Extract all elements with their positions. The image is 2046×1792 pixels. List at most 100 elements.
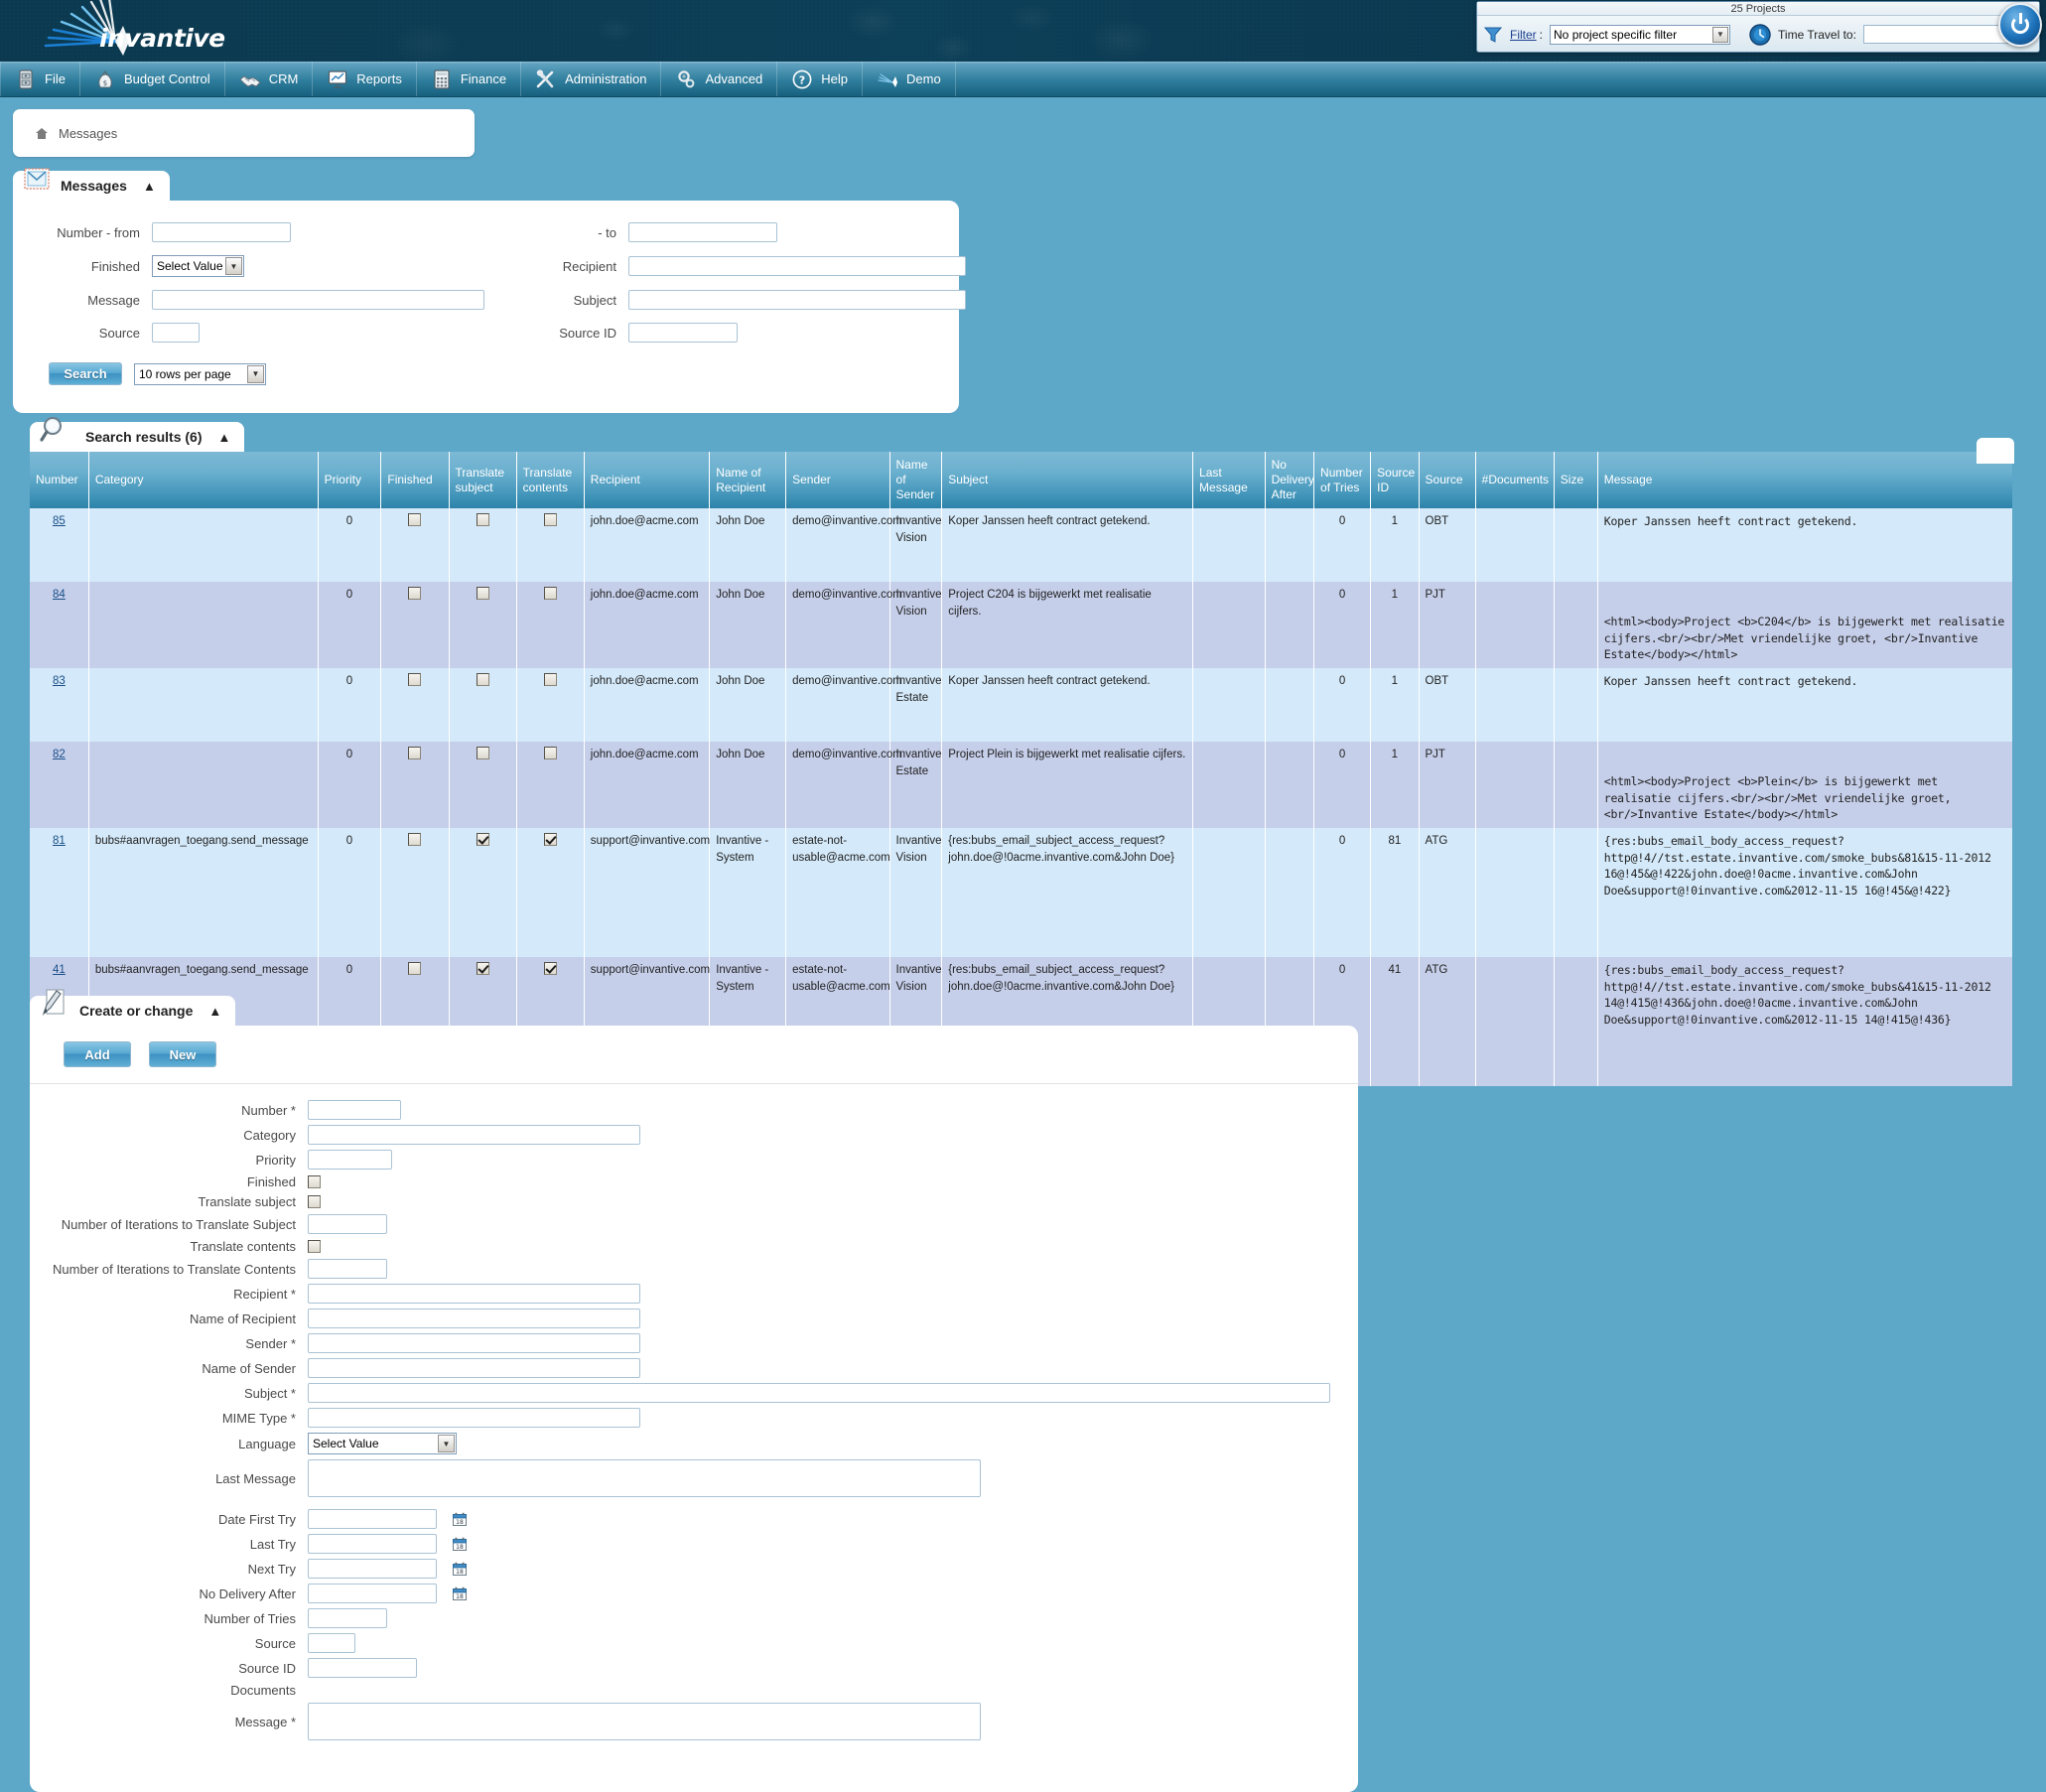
subject-input[interactable]: [308, 1383, 1330, 1403]
cell-translate-contents[interactable]: [516, 828, 585, 958]
logout-power-button[interactable]: [1998, 3, 2042, 47]
recipient-input[interactable]: [628, 256, 966, 276]
row-number-link[interactable]: 85: [53, 515, 66, 527]
col-message[interactable]: Message: [1597, 452, 2012, 508]
checkbox-checked-icon[interactable]: [543, 833, 557, 847]
message-textarea[interactable]: [308, 1703, 981, 1740]
checkbox-unchecked-icon[interactable]: [408, 962, 422, 976]
translate-contents-checkbox[interactable]: [308, 1240, 321, 1253]
checkbox-unchecked-icon[interactable]: [543, 673, 557, 687]
cell-finished[interactable]: [380, 828, 450, 958]
checkbox-checked-icon[interactable]: [543, 962, 557, 976]
search-button[interactable]: Search: [49, 362, 122, 385]
menu-item-finance[interactable]: Finance: [417, 62, 522, 96]
calendar-icon[interactable]: 18: [453, 1537, 467, 1551]
menu-item-demo[interactable]: Demo: [863, 62, 956, 96]
subject-input[interactable]: [628, 290, 966, 310]
messages-panel-tab[interactable]: Messages ▲: [13, 168, 170, 201]
row-number-link[interactable]: 81: [53, 835, 66, 847]
col-number[interactable]: Number: [30, 452, 89, 508]
filter-label[interactable]: Filter: [1510, 28, 1537, 42]
source-id-input[interactable]: [628, 323, 738, 343]
checkbox-checked-icon[interactable]: [476, 833, 489, 847]
rows-per-page-select[interactable]: 10 rows per page ▼: [134, 362, 266, 385]
table-row[interactable]: 81 bubs#aanvragen_toegang.send_message 0 su…: [30, 828, 2012, 958]
priority-input[interactable]: [308, 1150, 392, 1170]
category-input[interactable]: [308, 1125, 640, 1145]
checkbox-unchecked-icon[interactable]: [476, 587, 489, 600]
row-number-link[interactable]: 84: [53, 589, 66, 601]
language-select[interactable]: Select Value ▼: [308, 1433, 457, 1454]
last-message-textarea[interactable]: [308, 1459, 981, 1497]
collapse-chevron-icon[interactable]: ▲: [218, 430, 231, 445]
cell-number[interactable]: 83: [30, 668, 89, 743]
cell-finished[interactable]: [380, 668, 450, 743]
number-input[interactable]: [308, 1100, 401, 1120]
cell-translate-contents[interactable]: [516, 668, 585, 743]
last-try-input[interactable]: [308, 1534, 437, 1554]
source-input[interactable]: [152, 323, 200, 343]
cell-translate-subject[interactable]: [449, 668, 517, 743]
cell-translate-subject[interactable]: [449, 742, 517, 829]
col-sender[interactable]: Sender: [785, 452, 890, 508]
col-translate-subject[interactable]: Translate subject: [449, 452, 517, 508]
col-number-of-tries[interactable]: Number of Tries: [1313, 452, 1372, 508]
checkbox-unchecked-icon[interactable]: [408, 673, 422, 687]
checkbox-unchecked-icon[interactable]: [476, 747, 489, 760]
menu-item-administration[interactable]: Administration: [521, 62, 662, 96]
menu-item-reports[interactable]: Reports: [313, 62, 417, 96]
menu-item-help[interactable]: ? Help: [777, 62, 864, 96]
checkbox-unchecked-icon[interactable]: [543, 747, 557, 760]
cell-number[interactable]: 85: [30, 508, 89, 582]
cell-translate-subject[interactable]: [449, 508, 517, 582]
cell-number[interactable]: 84: [30, 582, 89, 669]
col-translate-contents[interactable]: Translate contents: [516, 452, 585, 508]
row-number-link[interactable]: 83: [53, 675, 66, 687]
number-of-tries-input[interactable]: [308, 1608, 387, 1628]
chevron-down-icon[interactable]: ▼: [247, 364, 264, 383]
checkbox-unchecked-icon[interactable]: [408, 587, 422, 600]
name-of-sender-input[interactable]: [308, 1358, 640, 1378]
collapse-chevron-icon[interactable]: ▲: [208, 1004, 221, 1019]
cell-finished[interactable]: [380, 508, 450, 582]
col-subject[interactable]: Subject: [941, 452, 1194, 508]
table-row[interactable]: 82 0 john.doe@acme.com John Doe demo@invanti…: [30, 742, 2012, 829]
next-try-input[interactable]: [308, 1559, 437, 1579]
checkbox-unchecked-icon[interactable]: [543, 587, 557, 600]
cell-finished[interactable]: [380, 742, 450, 829]
col-source[interactable]: Source: [1419, 452, 1476, 508]
results-panel-tab[interactable]: Search results (6) ▲: [30, 417, 245, 452]
name-of-recipient-input[interactable]: [308, 1309, 640, 1328]
table-row[interactable]: 83 0 john.doe@acme.com John Doe demo@invanti…: [30, 668, 2012, 743]
mime-type-input[interactable]: [308, 1408, 640, 1428]
finished-select[interactable]: Select Value ▼: [152, 255, 244, 277]
collapse-chevron-icon[interactable]: ▲: [143, 179, 156, 194]
chevron-down-icon[interactable]: ▼: [438, 1435, 455, 1452]
no-delivery-after-input[interactable]: [308, 1584, 437, 1603]
col-recipient[interactable]: Recipient: [584, 452, 711, 508]
cell-translate-subject[interactable]: [449, 582, 517, 669]
checkbox-unchecked-icon[interactable]: [408, 747, 422, 760]
source-id-input[interactable]: [308, 1658, 417, 1678]
number-to-input[interactable]: [628, 222, 777, 242]
col-size[interactable]: Size: [1554, 452, 1598, 508]
calendar-icon[interactable]: 18: [453, 1512, 467, 1526]
col-name-of-recipient[interactable]: Name of Recipient: [709, 452, 787, 508]
col-documents[interactable]: #Documents: [1475, 452, 1555, 508]
cell-translate-contents[interactable]: [516, 742, 585, 829]
menu-item-budget-control[interactable]: $ Budget Control: [80, 62, 225, 96]
col-source-id[interactable]: Source ID: [1370, 452, 1420, 508]
chevron-down-icon[interactable]: ▼: [1712, 26, 1729, 43]
number-of-iterations-to-translate-contents-input[interactable]: [308, 1259, 387, 1279]
create-panel-tab[interactable]: Create or change ▲: [30, 989, 236, 1026]
col-name-of-sender[interactable]: Name of Sender: [889, 452, 943, 508]
date-first-try-calendar-button[interactable]: 18: [453, 1512, 467, 1526]
menu-item-file[interactable]: File: [0, 62, 80, 96]
col-last-message[interactable]: Last Message: [1192, 452, 1266, 508]
recipient-input[interactable]: [308, 1284, 640, 1304]
table-row[interactable]: 84 0 john.doe@acme.com John Doe demo@invanti…: [30, 582, 2012, 669]
home-icon[interactable]: [35, 127, 49, 140]
row-number-link[interactable]: 82: [53, 749, 66, 760]
time-travel-input[interactable]: [1862, 25, 2008, 44]
checkbox-unchecked-icon[interactable]: [408, 833, 422, 847]
